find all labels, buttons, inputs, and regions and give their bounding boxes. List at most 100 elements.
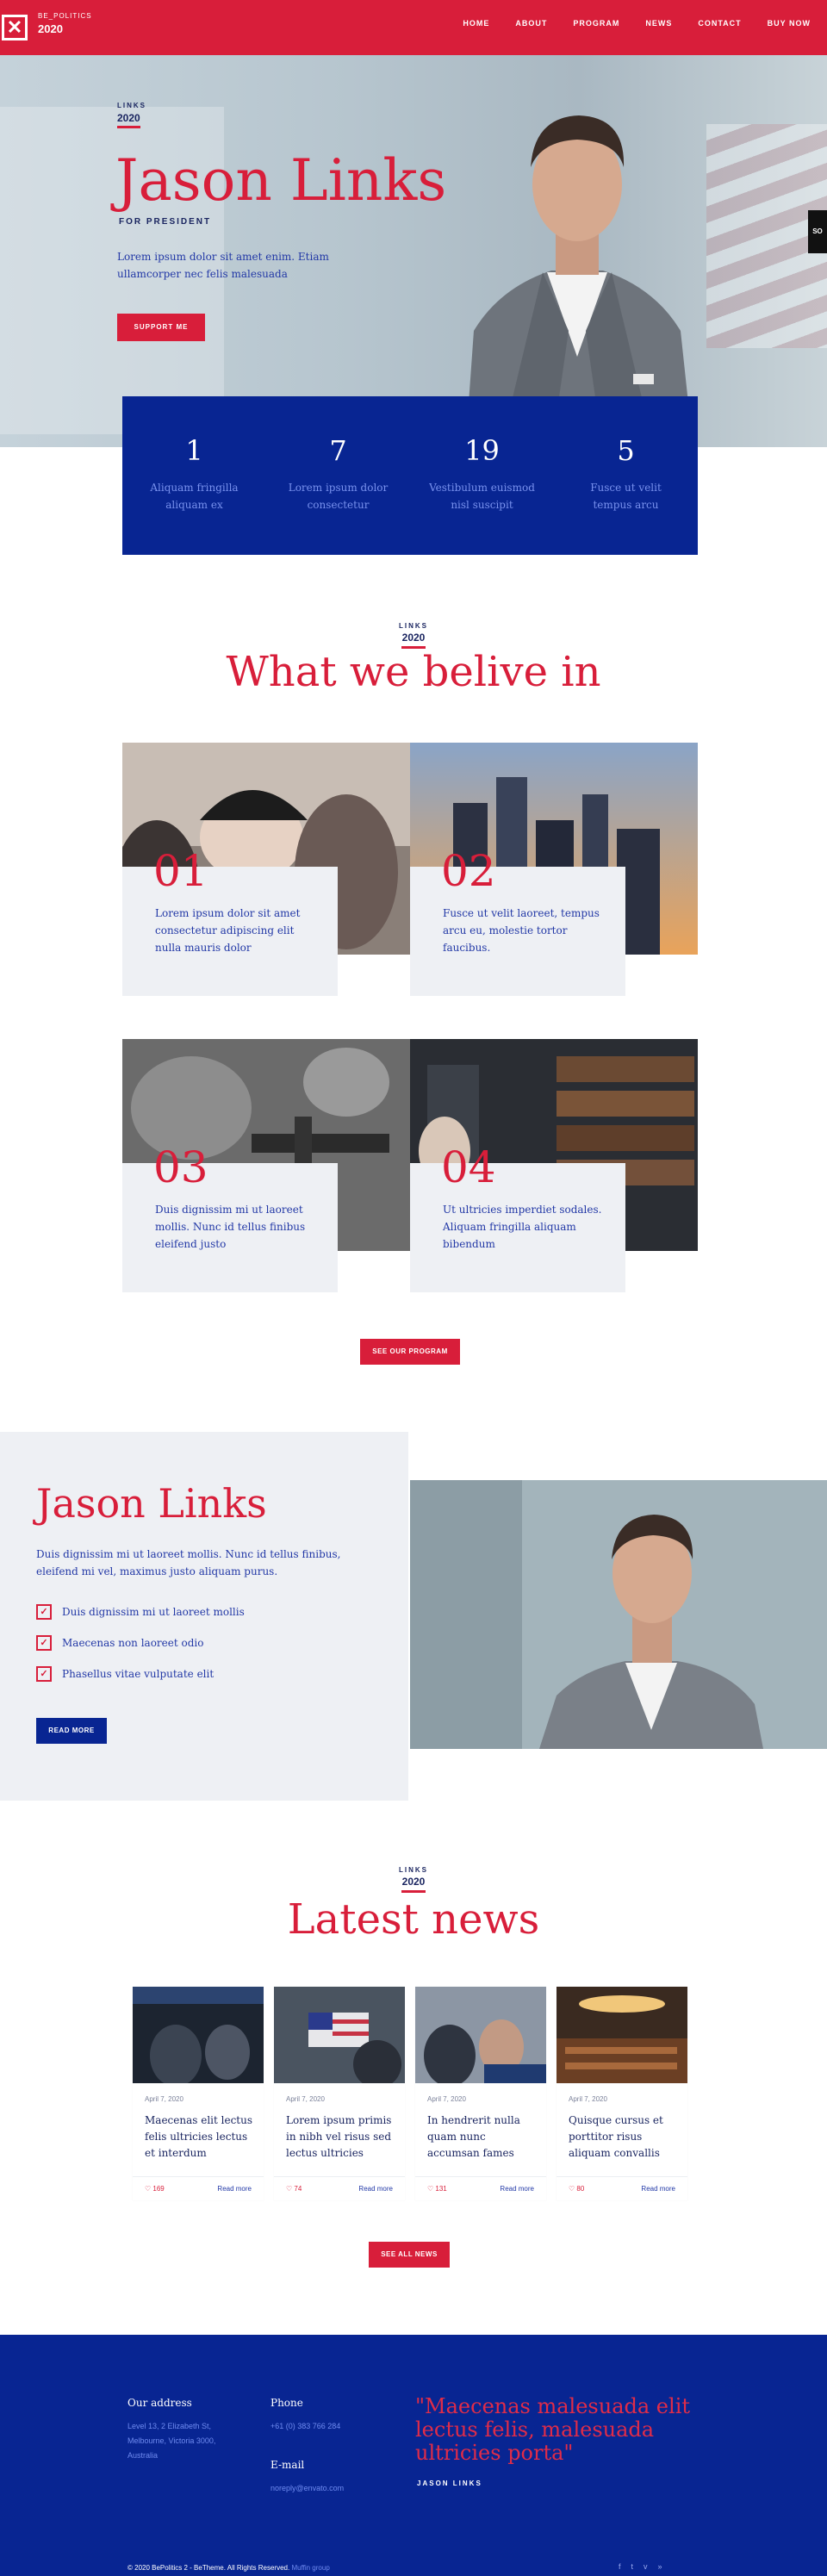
copyright-text: © 2020 BePolitics 2 - BeTheme. All Right… xyxy=(127,2564,330,2572)
news-headline[interactable]: Maecenas elit lectus felis ultricies lec… xyxy=(145,2112,257,2162)
beliefs-title: What we belive in xyxy=(226,648,601,696)
address-line: Australia xyxy=(127,2451,159,2460)
news-card[interactable]: April 7, 2020 In hendrerit nulla quam nu… xyxy=(415,1987,546,2200)
news-footer: ♡ 169 Read more xyxy=(133,2176,264,2200)
menu-item-home[interactable]: HOME xyxy=(450,19,502,28)
news-footer: ♡ 74 Read more xyxy=(274,2176,405,2200)
scroll-top-icon[interactable]: » xyxy=(658,2562,662,2571)
news-title: Latest news xyxy=(287,1895,540,1944)
phone-heading: Phone xyxy=(270,2397,303,2409)
stat-number: 5 xyxy=(617,434,635,467)
stat-number: 19 xyxy=(464,434,500,467)
hero-section: LINKS 2020 Jason Links FOR PRESIDENT Lor… xyxy=(0,55,827,447)
belief-number: 04 xyxy=(441,1142,496,1192)
news-image xyxy=(133,1987,264,2087)
see-program-button[interactable]: SEE OUR PROGRAM xyxy=(360,1339,460,1365)
likes-value: 80 xyxy=(576,2185,585,2193)
menu-item-news[interactable]: NEWS xyxy=(632,19,685,28)
candidate-portrait xyxy=(465,115,693,447)
about-text: Duis dignissim mi ut laoreet mollis. Nun… xyxy=(36,1548,341,1577)
read-more-link[interactable]: Read more xyxy=(641,2185,675,2193)
news-tag-underline xyxy=(401,1890,426,1893)
phone-number[interactable]: +61 (0) 383 766 284 xyxy=(270,2419,340,2434)
read-more-button[interactable]: READ MORE xyxy=(36,1718,107,1744)
news-card[interactable]: April 7, 2020 Lorem ipsum primis in nibh… xyxy=(274,1987,405,2200)
likes-value: 74 xyxy=(294,2185,302,2193)
belief-card: 03 Duis dignissim mi ut laoreet mollis. … xyxy=(122,1142,338,1292)
stat-number: 7 xyxy=(329,434,347,467)
belief-number: 02 xyxy=(441,846,496,896)
hero-tag-year: 2020 xyxy=(117,112,140,128)
news-card[interactable]: April 7, 2020 Quisque cursus et porttito… xyxy=(557,1987,687,2200)
facebook-icon[interactable]: f xyxy=(619,2562,621,2571)
logo[interactable]: ✕ xyxy=(0,0,29,55)
stat-item: 5 Fusce ut velit tempus arcu xyxy=(554,396,698,555)
hero-tag-label: LINKS xyxy=(117,102,146,109)
stat-item: 7 Lorem ipsum dolor consectetur xyxy=(266,396,410,555)
likes-count[interactable]: ♡ 169 xyxy=(145,2185,165,2193)
belief-number: 03 xyxy=(153,1142,208,1192)
support-me-button[interactable]: SUPPORT ME xyxy=(117,314,205,341)
see-all-news-button[interactable]: SEE ALL NEWS xyxy=(369,2242,450,2268)
top-navbar: ✕ BE_POLITICS 2020 HOME ABOUT PROGRAM NE… xyxy=(0,0,827,55)
likes-count[interactable]: ♡ 74 xyxy=(286,2185,302,2193)
likes-count[interactable]: ♡ 131 xyxy=(427,2185,447,2193)
news-headline[interactable]: In hendrerit nulla quam nunc accumsan fa… xyxy=(427,2112,539,2162)
menu-item-program[interactable]: PROGRAM xyxy=(560,19,632,28)
news-tag-label: LINKS xyxy=(399,1866,428,1874)
social-links: f t v » xyxy=(619,2562,662,2571)
news-headline[interactable]: Quisque cursus et porttitor risus aliqua… xyxy=(569,2112,681,2162)
address-heading: Our address xyxy=(127,2397,192,2409)
belief-text: Ut ultricies imperdiet sodales. Aliquam … xyxy=(443,1204,602,1250)
about-title: Jason Links xyxy=(36,1480,267,1527)
news-footer: ♡ 131 Read more xyxy=(415,2176,546,2200)
stat-item: 1 Aliquam fringilla aliquam ex xyxy=(122,396,266,555)
stat-label: Lorem ipsum dolor consectetur xyxy=(288,482,389,511)
email-address[interactable]: noreply@envato.com xyxy=(270,2481,344,2496)
belief-card: 01 Lorem ipsum dolor sit amet consectetu… xyxy=(122,846,338,996)
check-icon: ✓ xyxy=(36,1635,52,1651)
news-footer: ♡ 80 Read more xyxy=(557,2176,687,2200)
news-date: April 7, 2020 xyxy=(427,2095,466,2103)
news-card[interactable]: April 7, 2020 Maecenas elit lectus felis… xyxy=(133,1987,264,2200)
footer-quote: "Maecenas malesuada elit lectus felis, m… xyxy=(415,2394,691,2465)
menu-item-about[interactable]: ABOUT xyxy=(502,19,560,28)
likes-count[interactable]: ♡ 80 xyxy=(569,2185,584,2193)
belief-text: Duis dignissim mi ut laoreet mollis. Nun… xyxy=(155,1204,306,1250)
logo-text: BE_POLITICS xyxy=(38,12,92,20)
belief-text: Lorem ipsum dolor sit amet consectetur a… xyxy=(155,907,301,954)
beliefs-tag-label: LINKS xyxy=(399,622,428,630)
news-date: April 7, 2020 xyxy=(569,2095,607,2103)
news-image xyxy=(274,1987,405,2088)
stat-number: 1 xyxy=(185,434,203,467)
menu-item-contact[interactable]: CONTACT xyxy=(685,19,754,28)
read-more-link[interactable]: Read more xyxy=(217,2185,252,2193)
vimeo-icon[interactable]: v xyxy=(644,2562,648,2571)
belief-card: 04 Ut ultricies imperdiet sodales. Aliqu… xyxy=(410,1142,625,1292)
stat-label: Aliquam fringilla aliquam ex xyxy=(150,482,239,511)
likes-value: 169 xyxy=(152,2185,165,2193)
side-tab[interactable]: SO xyxy=(808,210,827,253)
hero-title: Jason Links xyxy=(115,147,447,214)
check-label: Duis dignissim mi ut laoreet mollis xyxy=(62,1606,245,1618)
news-headline[interactable]: Lorem ipsum primis in nibh vel risus sed… xyxy=(286,2112,398,2162)
read-more-link[interactable]: Read more xyxy=(358,2185,393,2193)
likes-value: 131 xyxy=(435,2185,447,2193)
check-label: Phasellus vitae vulputate elit xyxy=(62,1668,215,1680)
main-menu: HOME ABOUT PROGRAM NEWS CONTACT BUY NOW xyxy=(450,19,824,28)
quote-author: JASON LINKS xyxy=(417,2480,482,2487)
twitter-icon[interactable]: t xyxy=(631,2562,634,2571)
news-image xyxy=(415,1987,546,2087)
copyright-link[interactable]: Muffin group xyxy=(291,2564,329,2572)
beliefs-tag-year: 2020 xyxy=(401,632,426,644)
copyright-label: © 2020 BePolitics 2 - BeTheme. All Right… xyxy=(127,2564,290,2572)
menu-item-buy-now[interactable]: BUY NOW xyxy=(755,19,824,28)
stat-item: 19 Vestibulum euismod nisl suscipit xyxy=(410,396,554,555)
x-logo-icon: ✕ xyxy=(2,15,28,40)
belief-number: 01 xyxy=(153,846,208,896)
belief-card: 02 Fusce ut velit laoreet, tempus arcu e… xyxy=(410,846,625,996)
news-tag-year: 2020 xyxy=(401,1876,426,1888)
address-line: Melbourne, Victoria 3000, xyxy=(127,2436,216,2445)
hero-subtitle: FOR PRESIDENT xyxy=(119,217,212,227)
read-more-link[interactable]: Read more xyxy=(500,2185,534,2193)
